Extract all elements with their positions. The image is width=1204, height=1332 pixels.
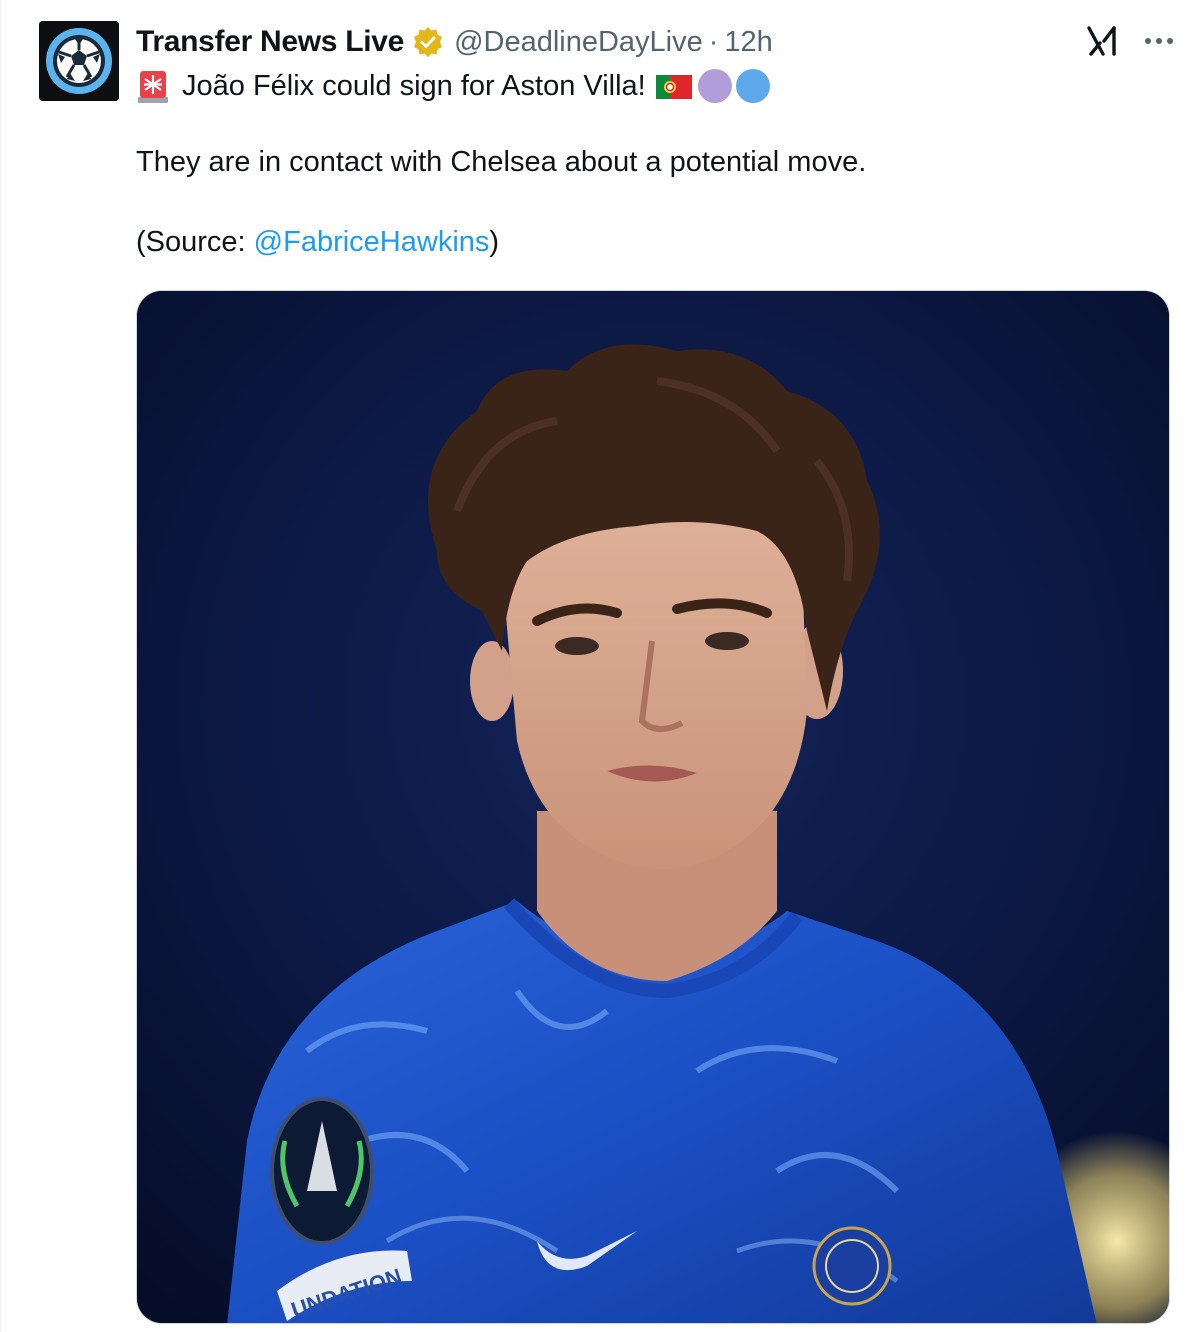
blue-circle-icon bbox=[735, 69, 770, 103]
tweet-source-line: (Source: @FabriceHawkins) bbox=[136, 226, 499, 259]
verified-badge-icon[interactable] bbox=[412, 26, 444, 58]
tweet-card[interactable]: Transfer News Live @DeadlineDayLive · 12… bbox=[0, 0, 1204, 1332]
author-display-name[interactable]: Transfer News Live bbox=[136, 25, 404, 59]
source-mention-link[interactable]: @FabriceHawkins bbox=[254, 226, 490, 258]
portugal-flag-icon bbox=[655, 74, 692, 99]
tweet-paragraph: They are in contact with Chelsea about a… bbox=[136, 146, 867, 178]
purple-circle-icon bbox=[697, 69, 732, 103]
source-suffix: ) bbox=[489, 226, 500, 258]
tweet-top-actions bbox=[1086, 24, 1174, 58]
more-options-icon[interactable] bbox=[1144, 36, 1174, 46]
tweet-timestamp[interactable]: 12h bbox=[724, 26, 772, 59]
siren-icon bbox=[136, 68, 170, 104]
headline-text: João Félix could sign for Aston Villa! bbox=[182, 69, 646, 102]
tweet-header: Transfer News Live @DeadlineDayLive · 12… bbox=[136, 22, 773, 62]
avatar[interactable] bbox=[39, 21, 119, 101]
tweet-headline: João Félix could sign for Aston Villa! bbox=[136, 66, 770, 106]
source-prefix: (Source: bbox=[136, 226, 254, 258]
header-separator: · bbox=[708, 25, 719, 58]
grok-icon[interactable] bbox=[1086, 24, 1120, 58]
tweet-photo[interactable]: UNDATION bbox=[136, 290, 1170, 1324]
author-handle[interactable]: @DeadlineDayLive bbox=[454, 26, 703, 59]
